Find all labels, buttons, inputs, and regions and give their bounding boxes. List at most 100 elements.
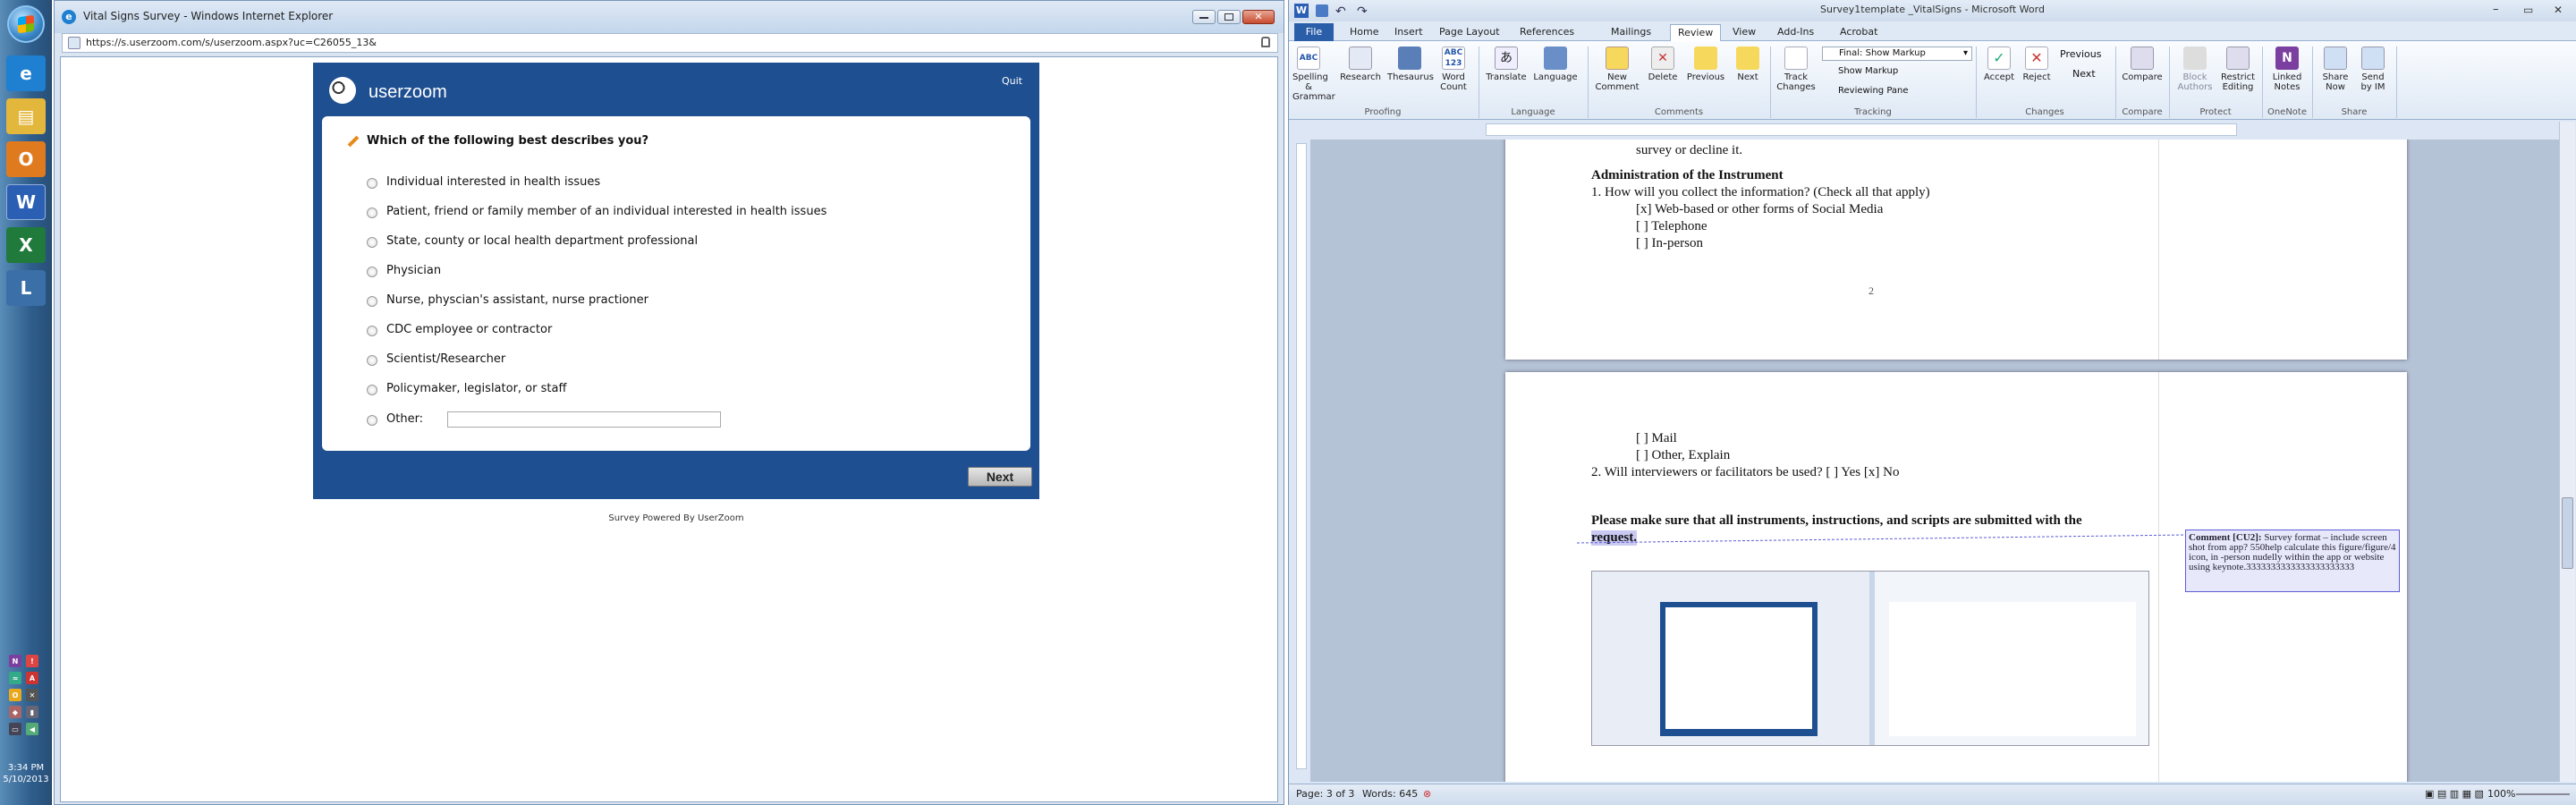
doc-heading: Administration of the Instrument: [1591, 168, 1784, 182]
lync-taskbar-icon[interactable]: L: [6, 270, 46, 306]
proofing-status-icon[interactable]: ⊗: [1423, 784, 1431, 804]
excel-taskbar-icon[interactable]: X: [6, 227, 46, 263]
option-radio-other[interactable]: [367, 415, 377, 426]
document-area[interactable]: survey or decline it. Administration of …: [1310, 140, 2559, 782]
thesaurus-icon: [1398, 47, 1421, 70]
quit-link[interactable]: Quit: [1002, 75, 1022, 87]
close-button[interactable]: ✕: [1242, 10, 1275, 24]
redo-icon[interactable]: ↷: [1357, 2, 1368, 21]
research-label: Research: [1340, 72, 1381, 82]
doc-q1: 1. How will you collect the information?…: [1591, 185, 1930, 199]
network-tray-icon[interactable]: ≈: [9, 672, 21, 684]
share-now-button[interactable]: Share Now: [2318, 47, 2353, 92]
horizontal-ruler[interactable]: [1486, 123, 2237, 136]
translate-label: Translate: [1486, 72, 1527, 82]
tab-add-ins[interactable]: Add-Ins: [1770, 24, 1821, 41]
maximize-button[interactable]: [1217, 10, 1241, 24]
delete-comment-button[interactable]: ✕ Delete: [1643, 47, 1682, 82]
vertical-ruler[interactable]: [1296, 143, 1307, 769]
option-radio[interactable]: [367, 326, 377, 336]
reviewing-pane-button[interactable]: Reviewing Pane: [1838, 86, 1909, 96]
send-by-im-button[interactable]: Send by IM: [2355, 47, 2391, 92]
thesaurus-label: Thesaurus: [1387, 72, 1434, 82]
tab-review[interactable]: Review: [1670, 24, 1722, 41]
clock[interactable]: 3:34 PM 5/10/2013: [0, 762, 52, 785]
address-bar[interactable]: https://s.userzoom.com/s/userzoom.aspx?u…: [62, 33, 1278, 53]
acrobat-tray-icon[interactable]: A: [26, 672, 38, 684]
comment-balloon[interactable]: Comment [CU2]: Survey format – include s…: [2185, 530, 2400, 592]
track-changes-button[interactable]: Track Changes: [1774, 47, 1818, 92]
word-minimize-button[interactable]: –: [2493, 0, 2499, 20]
next-button[interactable]: Next: [968, 467, 1032, 487]
flash-tray-icon[interactable]: !: [26, 655, 38, 667]
tab-page-layout[interactable]: Page Layout: [1432, 24, 1507, 41]
tab-home[interactable]: Home: [1343, 24, 1385, 41]
new-comment-button[interactable]: New Comment: [1593, 47, 1641, 92]
next-comment-icon: [1736, 47, 1759, 70]
vertical-scrollbar[interactable]: [2559, 122, 2575, 782]
group-changes: Changes: [2025, 107, 2064, 117]
accept-button[interactable]: ✓ Accept: [1981, 47, 2017, 82]
option-radio[interactable]: [367, 355, 377, 366]
thesaurus-button[interactable]: Thesaurus: [1387, 47, 1434, 82]
monitor-tray-icon[interactable]: ▭: [9, 723, 21, 735]
word-taskbar-icon[interactable]: W: [6, 184, 46, 220]
status-page[interactable]: Page: 3 of 3: [1296, 784, 1354, 804]
tab-mailings[interactable]: Mailings: [1604, 24, 1658, 41]
explorer-taskbar-icon[interactable]: ▤: [6, 98, 46, 134]
update-tray-icon[interactable]: ◆: [9, 706, 21, 718]
view-buttons[interactable]: ▣ ▤ ▥ ▦ ▧: [2425, 784, 2484, 804]
start-button[interactable]: [7, 5, 45, 43]
language-button[interactable]: Language: [1530, 47, 1580, 82]
option-radio[interactable]: [367, 385, 377, 395]
zoom-level[interactable]: 100%: [2487, 784, 2515, 804]
compare-button[interactable]: Compare: [2121, 47, 2164, 82]
tab-view[interactable]: View: [1725, 24, 1763, 41]
security-tray-icon[interactable]: ✕: [26, 689, 38, 701]
show-markup-button[interactable]: Show Markup: [1838, 66, 1898, 76]
battery-tray-icon[interactable]: ▮: [26, 706, 38, 718]
tab-acrobat[interactable]: Acrobat: [1833, 24, 1885, 41]
research-button[interactable]: Research: [1339, 47, 1382, 82]
question-card: Which of the following best describes yo…: [322, 116, 1030, 451]
previous-comment-button[interactable]: Previous: [1682, 47, 1729, 82]
option-radio[interactable]: [367, 267, 377, 277]
block-authors-button[interactable]: Block Authors: [2174, 47, 2216, 92]
outlook-taskbar-icon[interactable]: O: [6, 141, 46, 177]
ie-taskbar-icon[interactable]: e: [6, 55, 46, 91]
undo-icon[interactable]: ↶: [1335, 2, 1346, 21]
outlook-tray-icon[interactable]: O: [9, 689, 21, 701]
display-for-review-select[interactable]: Final: Show Markup ▾: [1822, 47, 1972, 61]
translate-icon: あ: [1495, 47, 1518, 70]
onenote-tray-icon[interactable]: N: [9, 655, 21, 667]
zoom-slider[interactable]: [2516, 793, 2570, 795]
next-comment-button[interactable]: Next: [1731, 47, 1765, 82]
option-radio[interactable]: [367, 208, 377, 218]
option-radio[interactable]: [367, 237, 377, 248]
word-close-button[interactable]: ✕: [2554, 0, 2563, 20]
translate-button[interactable]: あ Translate: [1484, 47, 1529, 82]
option-radio[interactable]: [367, 296, 377, 307]
tab-references[interactable]: References: [1513, 24, 1581, 41]
embedded-screenshot[interactable]: [1591, 571, 2149, 746]
restrict-editing-button[interactable]: Restrict Editing: [2217, 47, 2258, 92]
embedded-survey-image: [1660, 602, 1818, 736]
scroll-thumb[interactable]: [2562, 497, 2573, 569]
tab-file[interactable]: File: [1294, 23, 1334, 41]
word-count-button[interactable]: ABC 123 Word Count: [1437, 47, 1470, 92]
spelling-button[interactable]: ABC Spelling & Grammar: [1292, 47, 1335, 102]
doc-q1-opt-cont: [ ] Other, Explain: [1636, 448, 1731, 462]
volume-tray-icon[interactable]: ◀: [26, 723, 38, 735]
previous-change-button[interactable]: Previous: [2060, 48, 2102, 60]
linked-notes-button[interactable]: N Linked Notes: [2266, 47, 2309, 92]
reject-button[interactable]: ✕ Reject: [2019, 47, 2055, 82]
status-words[interactable]: Words: 645: [1362, 784, 1418, 804]
group-onenote: OneNote: [2267, 107, 2308, 117]
tab-insert[interactable]: Insert: [1387, 24, 1430, 41]
word-restore-button[interactable]: ▭: [2523, 0, 2533, 20]
next-change-button[interactable]: Next: [2072, 68, 2096, 80]
minimize-button[interactable]: [1192, 10, 1216, 24]
other-input[interactable]: [447, 411, 721, 428]
save-icon[interactable]: [1316, 4, 1328, 17]
option-radio[interactable]: [367, 178, 377, 189]
